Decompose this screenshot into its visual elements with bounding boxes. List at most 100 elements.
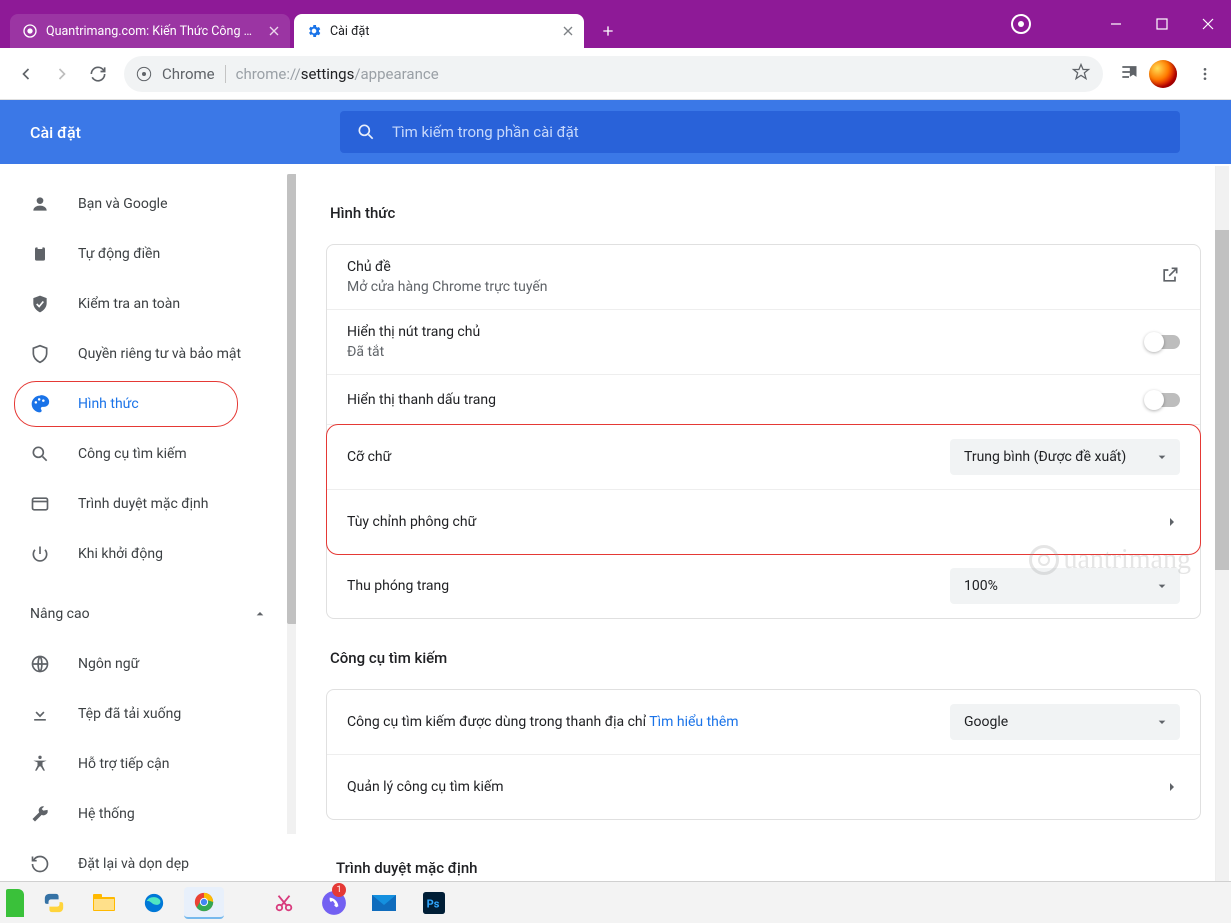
learn-more-link[interactable]: Tìm hiểu thêm <box>649 714 738 730</box>
search-placeholder: Tìm kiếm trong phần cài đặt <box>392 123 579 141</box>
row-label: Chủ đề <box>347 259 1160 275</box>
row-label: Tùy chỉnh phông chữ <box>347 514 1164 530</box>
notification-badge: 1 <box>332 883 346 897</box>
row-sublabel: Mở cửa hàng Chrome trực tuyến <box>347 279 1160 295</box>
row-label: Cỡ chữ <box>347 449 950 465</box>
taskbar-explorer-icon[interactable] <box>84 887 124 919</box>
taskbar-snip-icon[interactable] <box>264 887 304 919</box>
reload-button[interactable] <box>80 56 116 92</box>
minimize-button[interactable] <box>1093 0 1139 48</box>
row-label: Công cụ tìm kiếm được dùng trong thanh đ… <box>347 714 950 730</box>
sidebar-item-you-and-google[interactable]: Bạn và Google <box>8 184 288 224</box>
tab-inactive[interactable]: Quantrimang.com: Kiến Thức Công Nghệ <box>10 14 290 48</box>
row-bookmark-bar: Hiển thị thanh dấu trang <box>327 375 1200 425</box>
sidebar-item-label: Trình duyệt mặc định <box>78 496 209 512</box>
chevron-right-icon <box>1164 514 1180 530</box>
page-title: Cài đặt <box>30 123 340 142</box>
sidebar-item-startup[interactable]: Khi khởi động <box>8 534 288 574</box>
toggle-bookmark-bar[interactable] <box>1146 393 1180 407</box>
row-search-engine: Công cụ tìm kiếm được dùng trong thanh đ… <box>327 690 1200 755</box>
maximize-button[interactable] <box>1139 0 1185 48</box>
accessibility-icon <box>30 754 54 774</box>
dropdown-search-engine[interactable]: Google <box>950 704 1180 740</box>
download-icon <box>30 704 54 724</box>
window-titlebar: Quantrimang.com: Kiến Thức Công Nghệ Cài… <box>0 0 1231 48</box>
windows-taskbar: 1 Ps <box>0 881 1231 923</box>
taskbar-photoshop-icon[interactable]: Ps <box>414 887 454 919</box>
row-home-button: Hiển thị nút trang chủ Đã tắt <box>327 310 1200 375</box>
globe-icon <box>30 654 54 674</box>
tab-label: Quantrimang.com: Kiến Thức Công Nghệ <box>46 24 258 39</box>
section-title-search: Công cụ tìm kiếm <box>330 649 1201 667</box>
sidebar-item-language[interactable]: Ngôn ngữ <box>8 644 288 684</box>
toggle-home-button[interactable] <box>1146 335 1180 349</box>
close-icon[interactable] <box>560 23 576 39</box>
restore-icon <box>30 854 54 874</box>
sidebar-item-appearance[interactable]: Hình thức <box>8 384 288 424</box>
sidebar-item-search[interactable]: Công cụ tìm kiếm <box>8 434 288 474</box>
site-info-icon[interactable] <box>136 66 152 82</box>
row-manage-search[interactable]: Quản lý công cụ tìm kiếm <box>327 755 1200 819</box>
highlighted-font-group: Cỡ chữ Trung bình (Được đề xuất) Tùy chỉ… <box>326 424 1201 555</box>
sidebar-item-label: Tệp đã tải xuống <box>78 706 181 722</box>
section-title-appearance: Hình thức <box>330 204 1201 222</box>
sidebar-item-label: Nâng cao <box>30 606 90 622</box>
reading-list-icon[interactable] <box>1119 62 1139 86</box>
taskbar-chrome-icon[interactable] <box>184 887 224 919</box>
sidebar-item-reset[interactable]: Đặt lại và dọn dẹp <box>8 844 288 881</box>
sidebar-item-label: Công cụ tìm kiếm <box>78 446 187 462</box>
sidebar-item-label: Khi khởi động <box>78 546 163 562</box>
clipboard-icon <box>30 244 54 264</box>
sidebar-item-system[interactable]: Hệ thống <box>8 794 288 834</box>
page-scrollbar-thumb[interactable] <box>1215 230 1229 570</box>
row-theme[interactable]: Chủ đề Mở cửa hàng Chrome trực tuyến <box>327 245 1200 310</box>
taskbar-edge-icon[interactable] <box>134 887 174 919</box>
row-customize-font[interactable]: Tùy chỉnh phông chữ <box>327 490 1200 554</box>
close-icon[interactable] <box>266 23 282 39</box>
new-tab-button[interactable] <box>594 17 622 45</box>
chrome-menu-button[interactable] <box>1187 56 1223 92</box>
address-bar[interactable]: Chrome chrome://settings/appearance <box>124 56 1103 92</box>
tab-active[interactable]: Cài đặt <box>294 14 584 48</box>
settings-body: Bạn và Google Tự động điền Kiểm tra an t… <box>0 164 1231 881</box>
power-icon <box>30 544 54 564</box>
profile-avatar[interactable] <box>1149 60 1177 88</box>
taskbar-viber-icon[interactable]: 1 <box>314 887 354 919</box>
browser-icon <box>30 494 54 514</box>
window-controls <box>1093 0 1231 48</box>
settings-sidebar: Bạn và Google Tự động điền Kiểm tra an t… <box>0 164 296 881</box>
scrollbar-thumb[interactable] <box>287 174 296 624</box>
dropdown-zoom[interactable]: 100% <box>950 568 1180 604</box>
sidebar-item-accessibility[interactable]: Hỗ trợ tiếp cận <box>8 744 288 784</box>
media-indicator-icon[interactable] <box>1011 14 1031 34</box>
sidebar-item-label: Hỗ trợ tiếp cận <box>78 756 170 772</box>
sidebar-item-safety[interactable]: Kiểm tra an toàn <box>8 284 288 324</box>
bookmark-star-icon[interactable] <box>1071 62 1091 86</box>
sidebar-item-label: Kiểm tra an toàn <box>78 296 180 312</box>
taskbar-app-1[interactable] <box>6 889 24 917</box>
dropdown-value: Google <box>964 714 1008 730</box>
sidebar-item-label: Hình thức <box>78 396 139 412</box>
sidebar-item-downloads[interactable]: Tệp đã tải xuống <box>8 694 288 734</box>
wrench-icon <box>30 804 54 824</box>
row-label: Thu phóng trang <box>347 578 950 594</box>
settings-search[interactable]: Tìm kiếm trong phần cài đặt <box>340 111 1180 153</box>
url-text: chrome://settings/appearance <box>236 65 1071 83</box>
dropdown-font-size[interactable]: Trung bình (Được đề xuất) <box>950 439 1180 475</box>
search-icon <box>30 444 54 464</box>
back-button[interactable] <box>8 56 44 92</box>
sidebar-item-label: Đặt lại và dọn dẹp <box>78 856 189 872</box>
sidebar-advanced-toggle[interactable]: Nâng cao <box>8 594 288 634</box>
taskbar-mail-icon[interactable] <box>364 887 404 919</box>
sidebar-item-default-browser[interactable]: Trình duyệt mặc định <box>8 484 288 524</box>
person-icon <box>30 194 54 214</box>
forward-button[interactable] <box>44 56 80 92</box>
sidebar-item-privacy[interactable]: Quyền riêng tư và bảo mật <box>8 334 288 374</box>
chevron-down-icon <box>1154 449 1170 465</box>
row-label: Quản lý công cụ tìm kiếm <box>347 779 1164 795</box>
taskbar-python-icon[interactable] <box>34 887 74 919</box>
row-sublabel: Đã tắt <box>347 344 1146 360</box>
dropdown-value: 100% <box>964 578 998 594</box>
sidebar-item-autofill[interactable]: Tự động điền <box>8 234 288 274</box>
close-window-button[interactable] <box>1185 0 1231 48</box>
